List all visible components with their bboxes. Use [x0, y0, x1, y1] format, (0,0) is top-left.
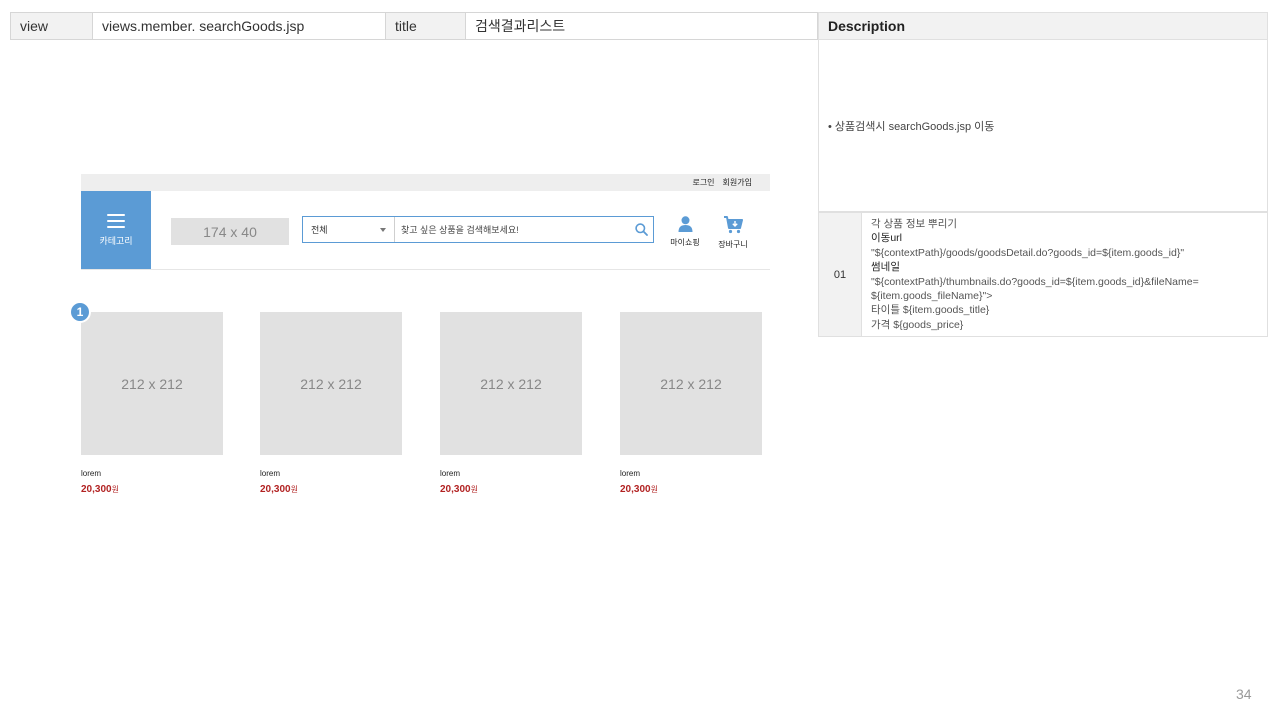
product-price: 20,300원	[81, 484, 223, 495]
desc-line: 썸네일	[871, 261, 900, 274]
price-value: 20,300	[260, 484, 291, 495]
desc-line: ${item.goods_fileName}">	[871, 290, 993, 303]
login-link[interactable]: 로그인	[692, 177, 714, 188]
price-unit: 원	[470, 485, 478, 494]
price-value: 20,300	[440, 484, 471, 495]
product-thumbnail[interactable]: 212 x 212	[81, 312, 223, 455]
price-value: 20,300	[81, 484, 112, 495]
product-thumbnail[interactable]: 212 x 212	[620, 312, 762, 455]
price-unit: 원	[111, 485, 119, 494]
title-value: 검색결과리스트	[465, 12, 818, 40]
cart-label: 장바구니	[718, 240, 748, 249]
product-card[interactable]: 212 x 212 lorem 20,300원	[620, 312, 762, 495]
mypage-button[interactable]: 마이쇼핑	[666, 216, 704, 248]
product-card[interactable]: 212 x 212 lorem 20,300원	[81, 312, 223, 495]
search-icon[interactable]	[629, 217, 653, 242]
product-price: 20,300원	[260, 484, 402, 495]
cart-icon	[724, 216, 743, 234]
user-icon	[678, 216, 692, 232]
spec-header: view views.member. searchGoods.jsp title…	[10, 12, 818, 40]
product-price: 20,300원	[620, 484, 762, 495]
search-category-value: 전체	[311, 225, 328, 235]
category-button[interactable]: 카테고리	[81, 191, 151, 269]
header-divider	[81, 269, 770, 270]
product-name[interactable]: lorem	[440, 469, 582, 478]
desc-line: "${contextPath}/goods/goodsDetail.do?goo…	[871, 246, 1185, 259]
product-card[interactable]: 212 x 212 lorem 20,300원	[260, 312, 402, 495]
annotation-badge: 1	[69, 301, 91, 323]
mypage-label: 마이쇼핑	[670, 238, 700, 247]
product-name[interactable]: lorem	[81, 469, 223, 478]
utility-bar: 로그인 회원가입	[81, 174, 770, 191]
desc-line: 각 상품 정보 뿌리기	[871, 218, 958, 230]
desc-line: 가격 ${goods_price}	[871, 318, 964, 331]
search-bar: 전체 찾고 싶은 상품을 검색해보세요!	[302, 216, 654, 243]
product-card[interactable]: 212 x 212 lorem 20,300원	[440, 312, 582, 495]
price-unit: 원	[290, 485, 298, 494]
desc-line: 타이틀 ${item.goods_title}	[871, 304, 990, 317]
description-row: 01 각 상품 정보 뿌리기 이동url "${contextPath}/goo…	[818, 212, 1268, 337]
description-bullet: • 상품검색시 searchGoods.jsp 이동	[828, 121, 995, 133]
product-thumbnail[interactable]: 212 x 212	[440, 312, 582, 455]
product-name[interactable]: lorem	[260, 469, 402, 478]
description-heading: Description	[818, 12, 1268, 40]
signup-link[interactable]: 회원가입	[723, 177, 752, 188]
description-row-number: 01	[819, 213, 862, 336]
product-price: 20,300원	[440, 484, 582, 495]
search-category-select[interactable]: 전체	[303, 217, 395, 242]
title-label: title	[385, 12, 465, 40]
chevron-down-icon	[380, 227, 386, 232]
price-unit: 원	[650, 485, 658, 494]
product-thumbnail[interactable]: 212 x 212	[260, 312, 402, 455]
category-label: 카테고리	[99, 235, 133, 246]
desc-line: 이동url	[871, 232, 902, 245]
page-number: 34	[1236, 686, 1252, 702]
description-row-text: 각 상품 정보 뿌리기 이동url "${contextPath}/goods/…	[862, 213, 1267, 336]
cart-button[interactable]: 장바구니	[714, 216, 752, 250]
menu-icon	[107, 213, 125, 228]
desc-line: "${contextPath}/thumbnails.do?goods_id=$…	[871, 275, 1199, 288]
view-label: view	[10, 12, 92, 40]
price-value: 20,300	[620, 484, 651, 495]
logo-placeholder[interactable]: 174 x 40	[171, 218, 289, 245]
search-input[interactable]: 찾고 싶은 상품을 검색해보세요!	[395, 217, 629, 242]
product-name[interactable]: lorem	[620, 469, 762, 478]
view-value: views.member. searchGoods.jsp	[92, 12, 385, 40]
